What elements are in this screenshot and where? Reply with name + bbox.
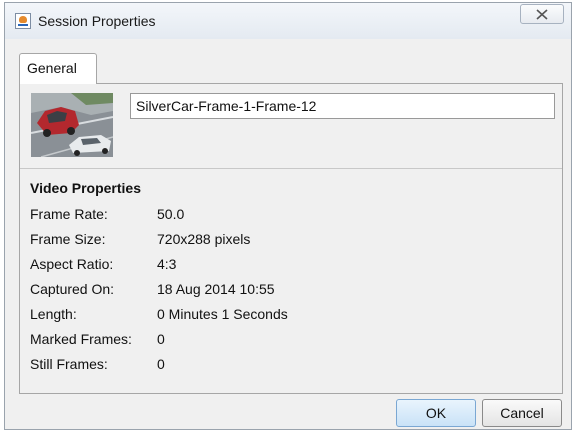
frame-size-label: Frame Size: — [30, 231, 106, 247]
frame-size-value: 720x288 pixels — [157, 231, 251, 247]
still-frames-label: Still Frames: — [30, 356, 108, 372]
cancel-button[interactable]: Cancel — [482, 399, 562, 427]
length-label: Length: — [30, 306, 77, 322]
aspect-ratio-value: 4:3 — [157, 256, 177, 272]
ok-button[interactable]: OK — [396, 399, 476, 427]
dialog-content: General SilverCar-Frame-1-Frame-12 Video… — [11, 39, 565, 427]
title-bar[interactable]: Session Properties — [5, 3, 571, 39]
frame-rate-label: Frame Rate: — [30, 206, 108, 222]
marked-frames-value: 0 — [157, 331, 165, 347]
general-panel: Video Properties Frame Rate: 50.0 Frame … — [19, 83, 563, 394]
close-icon — [536, 9, 548, 20]
java-app-icon — [15, 13, 31, 29]
still-frames-value: 0 — [157, 356, 165, 372]
length-value: 0 Minutes 1 Seconds — [157, 306, 288, 322]
video-thumbnail — [31, 93, 113, 157]
tab-general[interactable]: General — [19, 53, 97, 84]
divider — [20, 168, 562, 169]
captured-on-label: Captured On: — [30, 281, 115, 297]
silver-car-thumbnail-image — [31, 93, 113, 157]
session-properties-dialog: Session Properties General SilverCar-Fra… — [4, 2, 572, 430]
session-name-input[interactable] — [130, 93, 555, 119]
aspect-ratio-label: Aspect Ratio: — [30, 256, 114, 272]
video-properties-heading: Video Properties — [30, 180, 142, 196]
window-title: Session Properties — [38, 13, 156, 29]
marked-frames-label: Marked Frames: — [30, 331, 132, 347]
frame-rate-value: 50.0 — [157, 206, 185, 222]
close-button[interactable] — [520, 4, 564, 24]
captured-on-value: 18 Aug 2014 10:55 — [157, 281, 275, 297]
